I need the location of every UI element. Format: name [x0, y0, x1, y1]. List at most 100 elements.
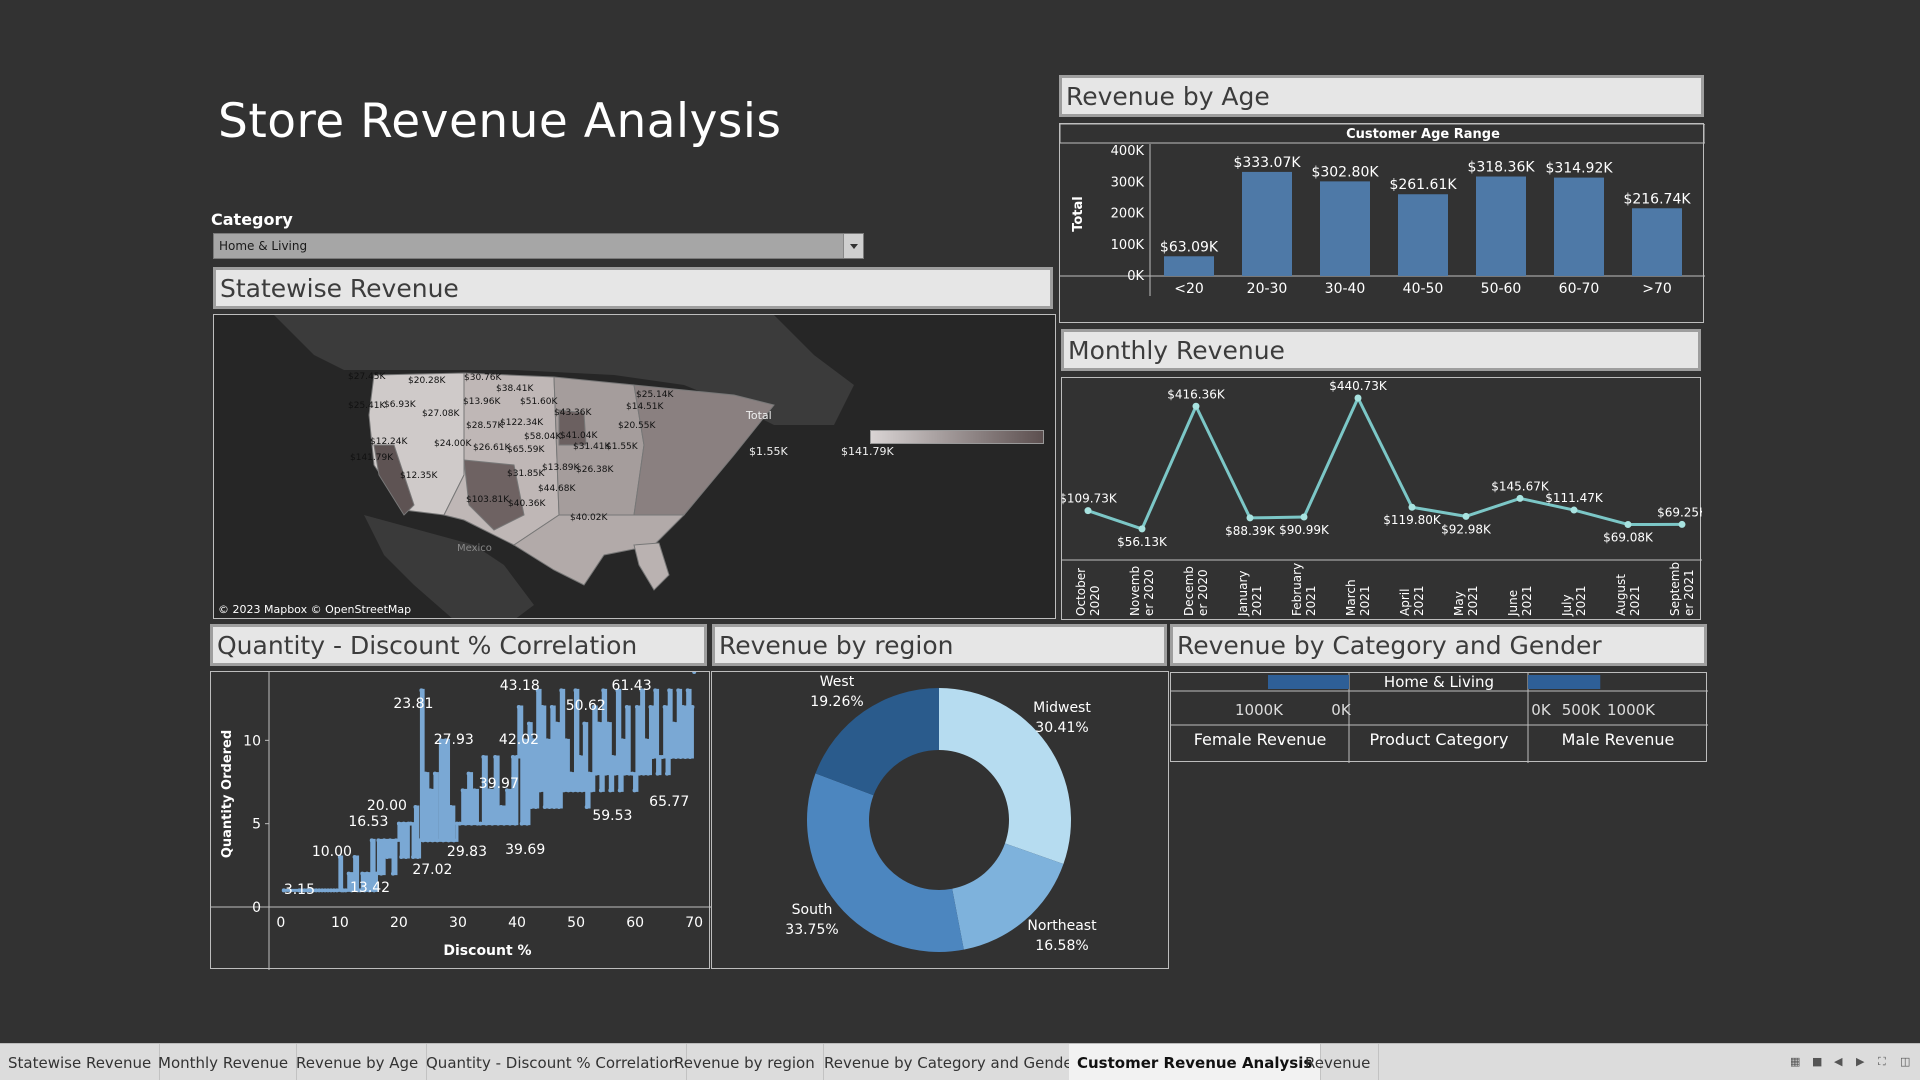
qty-point[interactable] [430, 838, 435, 843]
qty-point[interactable] [466, 771, 471, 776]
qty-point[interactable] [432, 771, 437, 776]
qty-point[interactable] [603, 771, 608, 776]
monthly-point[interactable] [1624, 520, 1632, 528]
qty-point[interactable] [507, 821, 512, 826]
qty-point[interactable] [587, 771, 592, 776]
qty-point[interactable] [662, 705, 667, 709]
qty-point[interactable] [673, 755, 678, 759]
qty-point[interactable] [589, 788, 594, 793]
qty-point[interactable] [678, 755, 683, 759]
sheet-tab[interactable]: Customer Revenue Analysis [1069, 1044, 1322, 1080]
qty-point[interactable] [421, 838, 426, 843]
qty-point[interactable] [460, 788, 465, 793]
qty-point[interactable] [688, 755, 693, 759]
qty-point[interactable] [391, 871, 396, 876]
qty-point[interactable] [423, 771, 428, 776]
filmstrip-icon[interactable]: ■ [1812, 1056, 1824, 1068]
qty-point[interactable] [463, 821, 468, 826]
qty-point[interactable] [667, 688, 672, 693]
sheet-tab[interactable]: Monthly Revenue [150, 1044, 298, 1080]
qty-point[interactable] [643, 738, 648, 743]
qty-point[interactable] [556, 805, 561, 809]
qty-point[interactable] [374, 871, 379, 876]
qty-point[interactable] [519, 821, 524, 826]
age-bar[interactable] [1320, 181, 1370, 276]
female-revenue-bar[interactable] [1268, 675, 1349, 689]
qty-point[interactable] [343, 888, 348, 893]
qty-point[interactable] [411, 855, 416, 859]
qty-point[interactable] [692, 670, 697, 674]
chevron-down-icon[interactable] [843, 234, 863, 258]
qty-point[interactable] [584, 805, 589, 809]
qty-point[interactable] [478, 821, 483, 826]
qty-point[interactable] [441, 838, 446, 843]
qty-point[interactable] [510, 755, 515, 759]
qty-point[interactable] [598, 788, 603, 793]
qty-point[interactable] [549, 705, 554, 709]
qty-point[interactable] [376, 838, 381, 843]
qty-point[interactable] [346, 871, 351, 876]
monthly-point[interactable] [1462, 512, 1470, 520]
qty-point[interactable] [568, 771, 573, 776]
qty-point[interactable] [571, 788, 576, 793]
qty-point[interactable] [685, 688, 690, 693]
qty-point[interactable] [481, 755, 486, 759]
qty-point[interactable] [542, 805, 547, 809]
qty-point[interactable] [650, 755, 655, 759]
qty-point[interactable] [382, 838, 387, 843]
qty-point[interactable] [514, 755, 519, 759]
qty-point[interactable] [490, 821, 495, 826]
qty-point[interactable] [690, 705, 695, 709]
qty-point[interactable] [415, 855, 420, 859]
qty-point[interactable] [573, 688, 578, 693]
qty-point[interactable] [396, 821, 401, 826]
qty-point[interactable] [653, 688, 658, 693]
qty-point[interactable] [425, 838, 430, 843]
presentation-icon[interactable]: ◫ [1900, 1056, 1912, 1068]
qty-point[interactable] [655, 771, 660, 776]
grid-view-icon[interactable]: ▦ [1790, 1056, 1802, 1068]
qty-point[interactable] [472, 788, 477, 793]
qty-point[interactable] [622, 771, 627, 776]
qty-point[interactable] [385, 855, 390, 859]
qty-point[interactable] [665, 771, 670, 776]
category-dropdown[interactable]: Home & Living [213, 233, 864, 259]
qty-point[interactable] [533, 805, 538, 809]
qty-point[interactable] [334, 888, 339, 893]
qty-point[interactable] [547, 805, 552, 809]
qty-point[interactable] [448, 805, 453, 809]
age-bar[interactable] [1164, 256, 1214, 276]
qty-point[interactable] [630, 771, 635, 776]
qty-point[interactable] [594, 771, 599, 776]
qty-point[interactable] [499, 805, 504, 809]
qty-point[interactable] [516, 705, 521, 709]
qty-point[interactable] [401, 821, 406, 826]
qty-point[interactable] [596, 721, 601, 726]
qty-point[interactable] [408, 821, 413, 826]
qty-point[interactable] [641, 771, 646, 776]
sheet-tab[interactable]: Revenue by region [666, 1044, 824, 1080]
qty-point[interactable] [559, 688, 564, 693]
qty-point[interactable] [352, 855, 357, 859]
monthly-point[interactable] [1516, 494, 1524, 502]
qty-point[interactable] [608, 788, 613, 793]
qty-point[interactable] [399, 855, 404, 859]
qty-point[interactable] [624, 705, 629, 709]
qty-point[interactable] [369, 838, 374, 843]
qty-point[interactable] [579, 788, 584, 793]
qty-point[interactable] [632, 788, 637, 793]
qty-point[interactable] [360, 871, 365, 876]
statewise-map[interactable]: $27.45K $20.28K $30.76K $38.41K $25.41K $6.93… [213, 314, 1056, 619]
qty-point[interactable] [513, 821, 518, 826]
monthly-point[interactable] [1246, 514, 1254, 522]
monthly-point[interactable] [1570, 506, 1578, 514]
qty-point[interactable] [379, 871, 384, 876]
qty-point[interactable] [545, 738, 550, 743]
monthly-point[interactable] [1138, 525, 1146, 533]
fullscreen-icon[interactable]: ⛶ [1878, 1056, 1890, 1068]
sheet-tab[interactable]: Revenue [1297, 1044, 1380, 1080]
monthly-point[interactable] [1192, 402, 1200, 410]
monthly-point[interactable] [1300, 513, 1308, 521]
qty-point[interactable] [613, 771, 618, 776]
qty-point[interactable] [575, 788, 580, 793]
